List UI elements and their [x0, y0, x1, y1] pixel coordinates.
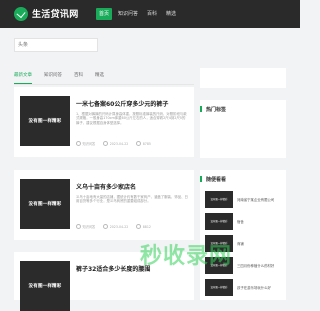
thumbnail-text: 没有图一样精彩	[28, 119, 62, 124]
random-post-title[interactable]: 孩子在游乐场玩什么好	[237, 285, 271, 290]
author-icon	[76, 224, 81, 229]
random-post-title[interactable]: 商铺	[237, 241, 244, 246]
nav-home[interactable]: 首页	[96, 8, 113, 20]
article-card[interactable]: 没有图一样精彩 一米七备案60公斤穿多少元的裤子 1、根据对裤裤的尺码计算身高体…	[14, 87, 194, 157]
main-nav: 首页 知识问答 百科 精选	[96, 8, 182, 20]
article-thumbnail[interactable]: 没有图一样精彩	[20, 96, 70, 146]
site-name: 生活贷讯网	[32, 10, 79, 20]
author-icon	[76, 141, 81, 146]
hot-tags-widget: 热门标签	[199, 100, 286, 158]
watermark-text: 秒收录网	[140, 244, 233, 269]
site-logo[interactable]: 生活贷讯网	[14, 5, 79, 22]
random-post-item[interactable]: 没有图一样精彩 宿舍	[205, 210, 281, 232]
tab-latest[interactable]: 最新文章	[14, 70, 32, 84]
article-views: 8812	[142, 224, 151, 229]
nav-qa[interactable]: 知识问答	[115, 8, 141, 20]
article-excerpt: 1、根据对裤裤的尺码计算身高体重，按照标准裤装的尺码，对照阶段与款式规格，一般身…	[76, 112, 187, 125]
nav-encyclopedia[interactable]: 百科	[144, 8, 160, 20]
logo-check-icon	[14, 6, 28, 21]
tab-qa[interactable]: 知识问答	[44, 70, 62, 84]
eye-icon	[136, 141, 142, 146]
article-date: 2023-04-22	[109, 224, 129, 229]
article-excerpt: 义乌十亩地有大量的店铺，据统计约有数千家商户，涵盖了服装、饰品、日用百货等多个行…	[76, 195, 188, 204]
article-thumbnail[interactable]: 没有图一样精彩	[20, 179, 70, 229]
nav-featured[interactable]: 精选	[163, 8, 179, 20]
widget-title: 热门标签	[199, 106, 227, 113]
article-card[interactable]: 没有图一样精彩 义乌十亩有多少家店名 义乌十亩地有大量的店铺，据统计约有数千家商…	[14, 170, 194, 240]
sidebar-blank-widget	[200, 68, 286, 88]
random-posts-widget: 随便看看 没有图一样精彩 河南省宁某企业有限公司 没有图一样精彩 宿舍 没有图一…	[199, 170, 286, 300]
thumbnail-text: 没有图一样精彩	[210, 220, 228, 223]
article-title[interactable]: 一米七备案60公斤穿多少元的裤子	[76, 99, 188, 108]
article-title[interactable]: 义乌十亩有多少家店名	[76, 182, 188, 191]
article-meta: 知识问答 2023-04-22 8812	[76, 224, 188, 229]
widget-title: 随便看看	[199, 176, 227, 183]
article-tabs: 最新文章 知识问答 百科 精选	[14, 70, 194, 85]
random-post-title[interactable]: 宿舍	[237, 219, 244, 224]
eye-icon	[136, 224, 142, 229]
random-post-thumbnail[interactable]: 没有图一样精彩	[205, 190, 233, 208]
article-date: 2023-04-22	[109, 141, 129, 146]
random-post-title[interactable]: 河南省宁某企业有限公司	[237, 197, 274, 202]
top-navbar: 生活贷讯网 首页 知识问答 百科 精选	[0, 0, 300, 28]
thumbnail-text: 没有图一样精彩	[28, 284, 62, 289]
thumbnail-text: 没有图一样精彩	[210, 286, 228, 289]
random-post-item[interactable]: 没有图一样精彩 河南省宁某企业有限公司	[205, 188, 281, 210]
article-meta: 知识问答 2023-04-22 8785	[76, 141, 188, 146]
clock-icon	[103, 141, 109, 146]
article-author[interactable]: 知识问答	[83, 141, 96, 146]
random-post-thumbnail[interactable]: 没有图一样精彩	[205, 278, 233, 296]
tab-encyclopedia[interactable]: 百科	[74, 70, 83, 84]
thumbnail-text: 没有图一样精彩	[210, 198, 228, 201]
article-author[interactable]: 知识问答	[83, 224, 96, 229]
random-post-thumbnail[interactable]: 没有图一样精彩	[205, 212, 233, 230]
thumbnail-text: 没有图一样精彩	[28, 202, 62, 207]
clock-icon	[103, 224, 109, 229]
random-post-item[interactable]: 没有图一样精彩 孩子在游乐场玩什么好	[205, 276, 281, 298]
article-views: 8785	[142, 141, 151, 146]
random-post-title[interactable]: 三四月份种植什么药材好	[237, 263, 274, 268]
tab-featured[interactable]: 精选	[95, 70, 104, 84]
search-input[interactable]: 头条	[14, 38, 98, 52]
article-thumbnail[interactable]: 没有图一样精彩	[20, 261, 70, 311]
